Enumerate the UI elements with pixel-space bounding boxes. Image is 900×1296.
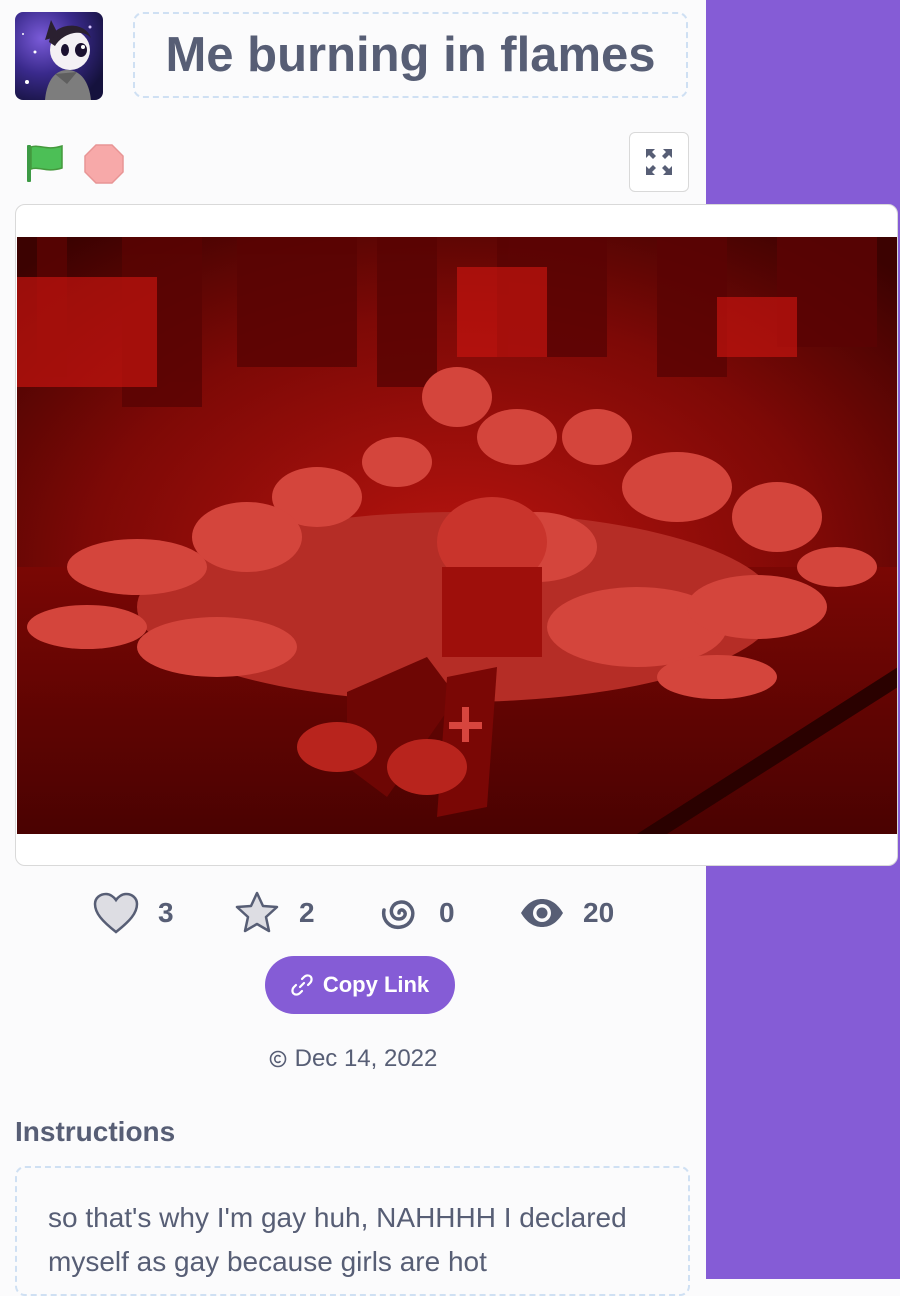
love-stat[interactable]: 3 [92,888,174,938]
remix-stat: 0 [377,888,455,938]
instructions-line: myself as gay because girls are hot [48,1246,487,1277]
remix-spiral-icon [381,900,415,930]
view-count: 20 [583,897,615,928]
copy-link-button[interactable]: Copy Link [265,956,455,1014]
project-date: Dec 14, 2022 [294,1045,438,1072]
stop-sign-icon [84,144,124,184]
green-flag-button[interactable] [24,142,64,184]
link-icon [291,974,313,996]
project-stage[interactable] [17,237,897,834]
favorite-stat[interactable]: 2 [233,888,315,938]
heart-icon [93,892,139,934]
views-stat: 20 [519,888,614,938]
stop-button[interactable] [84,144,124,184]
instructions-line: so that's why I'm gay huh, NAHHHH I decl… [48,1202,627,1233]
copy-link-label: Copy Link [322,972,430,997]
copyright-icon [269,1050,286,1068]
share-date: Dec 14, 2022 [0,1041,706,1077]
stage-scene-image [17,237,897,834]
fullscreen-button[interactable] [629,132,689,192]
instructions-heading: Instructions [15,1116,176,1147]
eye-icon [521,899,563,927]
project-stats: 3 2 0 20 [0,888,706,938]
fullscreen-icon [646,149,672,175]
instructions-field[interactable]: so that's why I'm gay huh, NAHHHH I decl… [15,1166,690,1296]
love-count: 3 [158,897,174,928]
remix-count: 0 [439,897,455,928]
avatar-image [15,12,103,100]
favorite-count: 2 [299,897,315,928]
project-title: Me burning in flames [165,28,656,82]
stage-frame [15,204,898,866]
star-icon [235,891,279,933]
green-flag-icon [27,144,63,182]
author-avatar[interactable] [15,12,103,100]
project-title-field[interactable]: Me burning in flames [133,12,688,98]
